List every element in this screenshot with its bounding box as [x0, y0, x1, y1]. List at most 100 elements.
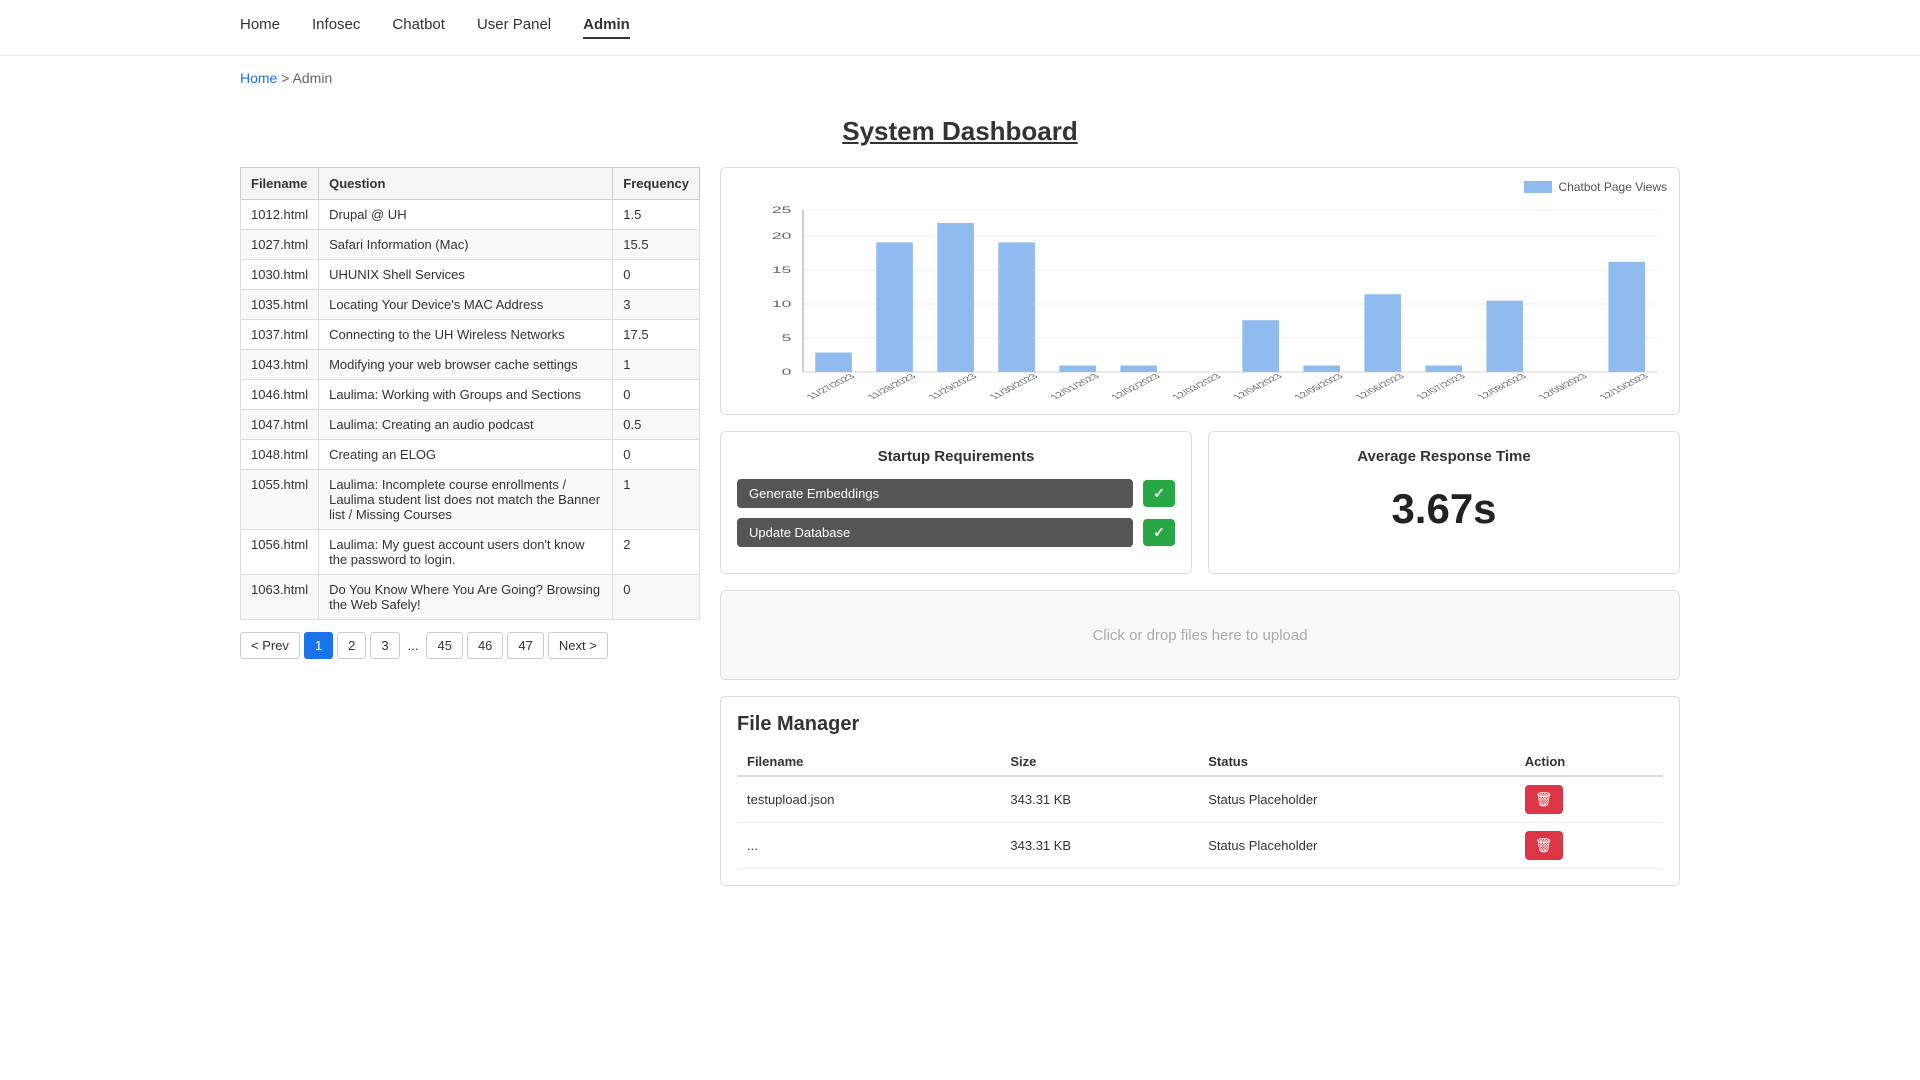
file-cell-status: Status Placeholder	[1198, 776, 1515, 823]
cell-frequency: 0.5	[613, 410, 700, 440]
cell-question: Laulima: Creating an audio podcast	[319, 410, 613, 440]
bar-rect	[876, 242, 913, 372]
breadcrumb-home[interactable]: Home	[240, 70, 277, 86]
cell-filename: 1043.html	[241, 350, 319, 380]
cell-question: Creating an ELOG	[319, 440, 613, 470]
nav-user-panel[interactable]: User Panel	[477, 16, 551, 39]
cell-filename: 1037.html	[241, 320, 319, 350]
page-1-button[interactable]: 1	[304, 632, 333, 659]
file-table-row: testupload.json 343.31 KB Status Placeho…	[737, 776, 1663, 823]
legend-color-box	[1524, 181, 1552, 193]
file-table-row: ... 343.31 KB Status Placeholder 🗑	[737, 823, 1663, 869]
file-col-status: Status	[1198, 748, 1515, 776]
file-col-action: Action	[1515, 748, 1663, 776]
cell-filename: 1063.html	[241, 575, 319, 620]
left-panel: Filename Question Frequency 1012.html Dr…	[240, 167, 700, 886]
prev-button[interactable]: < Prev	[240, 632, 300, 659]
bar-rect	[1059, 366, 1096, 372]
startup-card: Startup Requirements Generate Embeddings…	[720, 431, 1192, 574]
nav-chatbot[interactable]: Chatbot	[392, 16, 445, 39]
bar-rect	[1120, 366, 1157, 372]
svg-text:25: 25	[772, 205, 792, 215]
svg-text:11/28/2023: 11/28/2023	[865, 373, 919, 401]
cell-filename: 1012.html	[241, 200, 319, 230]
svg-text:12/06/2023: 12/06/2023	[1353, 373, 1408, 401]
page-title: System Dashboard	[0, 116, 1920, 147]
avg-response-card: Average Response Time 3.67s	[1208, 431, 1680, 574]
cell-question: Laulima: My guest account users don't kn…	[319, 530, 613, 575]
cell-question: Do You Know Where You Are Going? Browsin…	[319, 575, 613, 620]
cell-frequency: 1.5	[613, 200, 700, 230]
svg-text:12/10/2023: 12/10/2023	[1597, 373, 1652, 401]
startup-title: Startup Requirements	[737, 448, 1175, 465]
upload-area[interactable]: Click or drop files here to upload	[720, 590, 1680, 680]
cell-filename: 1030.html	[241, 260, 319, 290]
svg-text:12/04/2023: 12/04/2023	[1231, 373, 1286, 401]
page-2-button[interactable]: 2	[337, 632, 366, 659]
table-row: 1063.html Do You Know Where You Are Goin…	[241, 575, 700, 620]
breadcrumb-separator: >	[281, 70, 292, 86]
bar-rect	[1425, 366, 1462, 372]
page-45-button[interactable]: 45	[426, 632, 462, 659]
svg-text:12/01/2023: 12/01/2023	[1048, 373, 1103, 401]
table-row: 1056.html Laulima: My guest account user…	[241, 530, 700, 575]
next-button[interactable]: Next >	[548, 632, 608, 659]
svg-text:20: 20	[772, 231, 792, 241]
cell-question: Safari Information (Mac)	[319, 230, 613, 260]
svg-text:12/05/2023: 12/05/2023	[1292, 373, 1347, 401]
table-row: 1043.html Modifying your web browser cac…	[241, 350, 700, 380]
cell-filename: 1027.html	[241, 230, 319, 260]
svg-text:10: 10	[772, 299, 792, 309]
svg-text:11/29/2023: 11/29/2023	[926, 373, 980, 401]
embeddings-check-badge[interactable]: ✓	[1143, 480, 1175, 507]
file-cell-status: Status Placeholder	[1198, 823, 1515, 869]
page-46-button[interactable]: 46	[467, 632, 503, 659]
svg-text:12/07/2023: 12/07/2023	[1414, 373, 1469, 401]
page-47-button[interactable]: 47	[507, 632, 543, 659]
upload-placeholder-text: Click or drop files here to upload	[1092, 627, 1307, 644]
startup-row-embeddings: Generate Embeddings ✓	[737, 479, 1175, 508]
generate-embeddings-button[interactable]: Generate Embeddings	[737, 479, 1133, 508]
questions-table: Filename Question Frequency 1012.html Dr…	[240, 167, 700, 620]
bar-rect	[1486, 301, 1523, 372]
table-row: 1012.html Drupal @ UH 1.5	[241, 200, 700, 230]
page-3-button[interactable]: 3	[370, 632, 399, 659]
cell-question: Drupal @ UH	[319, 200, 613, 230]
bar-rect	[815, 353, 852, 372]
cell-frequency: 3	[613, 290, 700, 320]
svg-text:12/03/2023: 12/03/2023	[1170, 373, 1225, 401]
svg-text:12/02/2023: 12/02/2023	[1109, 373, 1164, 401]
chart-legend-label: Chatbot Page Views	[1558, 180, 1667, 194]
col-filename: Filename	[241, 168, 319, 200]
cell-question: Connecting to the UH Wireless Networks	[319, 320, 613, 350]
cell-frequency: 0	[613, 440, 700, 470]
bar-rect	[998, 242, 1035, 372]
breadcrumb-current: Admin	[293, 70, 333, 86]
avg-response-value: 3.67s	[1225, 485, 1663, 533]
breadcrumb: Home > Admin	[0, 56, 1920, 100]
nav-infosec[interactable]: Infosec	[312, 16, 360, 39]
delete-file-button[interactable]: 🗑	[1525, 785, 1563, 814]
col-frequency: Frequency	[613, 168, 700, 200]
table-row: 1055.html Laulima: Incomplete course enr…	[241, 470, 700, 530]
svg-text:0: 0	[782, 367, 792, 377]
update-database-button[interactable]: Update Database	[737, 518, 1133, 547]
cell-question: Laulima: Working with Groups and Section…	[319, 380, 613, 410]
cell-question: Laulima: Incomplete course enrollments /…	[319, 470, 613, 530]
cell-frequency: 17.5	[613, 320, 700, 350]
cell-filename: 1046.html	[241, 380, 319, 410]
cell-frequency: 2	[613, 530, 700, 575]
cell-frequency: 15.5	[613, 230, 700, 260]
delete-file-button[interactable]: 🗑	[1525, 831, 1563, 860]
cell-question: UHUNIX Shell Services	[319, 260, 613, 290]
cell-frequency: 0	[613, 260, 700, 290]
startup-row-database: Update Database ✓	[737, 518, 1175, 547]
cell-filename: 1055.html	[241, 470, 319, 530]
table-row: 1046.html Laulima: Working with Groups a…	[241, 380, 700, 410]
database-check-badge[interactable]: ✓	[1143, 519, 1175, 546]
nav-admin[interactable]: Admin	[583, 16, 630, 39]
avg-response-title: Average Response Time	[1225, 448, 1663, 465]
nav-home[interactable]: Home	[240, 16, 280, 39]
cell-question: Modifying your web browser cache setting…	[319, 350, 613, 380]
cell-filename: 1056.html	[241, 530, 319, 575]
